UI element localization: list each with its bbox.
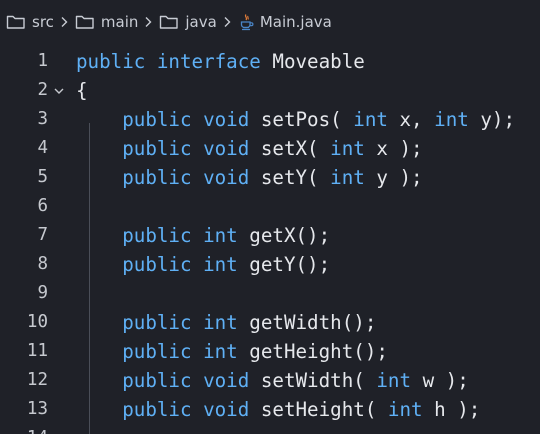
- line-number: 7: [37, 225, 48, 245]
- code-text: public void setX( int x );: [76, 134, 423, 163]
- keyword-token: int: [434, 108, 469, 131]
- code-text: public int getHeight();: [76, 337, 388, 366]
- code-line[interactable]: 2{: [0, 76, 540, 105]
- code-line[interactable]: 4 public void setX( int x );: [0, 134, 540, 163]
- keyword-token: public void: [122, 166, 250, 189]
- java-file-icon: [238, 13, 254, 31]
- code-token: x,: [387, 108, 435, 131]
- breadcrumb-label: java: [185, 13, 217, 31]
- code-line[interactable]: 3 public void setPos( int x, int y);: [0, 105, 540, 134]
- breadcrumb-item-main[interactable]: main: [75, 13, 138, 31]
- chevron-right-icon: [223, 16, 232, 28]
- folder-icon: [6, 14, 26, 30]
- keyword-token: public int: [122, 311, 238, 334]
- keyword-token: int: [353, 108, 388, 131]
- keyword-token: int: [330, 137, 365, 160]
- breadcrumb-label: main: [100, 13, 139, 31]
- line-number: 13: [26, 399, 48, 419]
- code-editor[interactable]: 1 public interface Moveable 2{3 public voi…: [0, 44, 540, 434]
- line-number: 6: [37, 196, 48, 216]
- code-token: setWidth(: [249, 369, 377, 392]
- code-token: getWidth();: [237, 311, 377, 334]
- code-token: setY(: [249, 166, 331, 189]
- code-token: y );: [364, 166, 423, 189]
- fold-chevron-down-icon[interactable]: [53, 76, 65, 105]
- code-line[interactable]: 6: [0, 192, 540, 221]
- keyword-token: public int: [122, 340, 238, 363]
- code-line[interactable]: 13 public void setHeight( int h );: [0, 395, 540, 424]
- code-token: setHeight(: [249, 398, 388, 421]
- keyword-token: public int: [122, 224, 238, 247]
- chevron-right-icon: [60, 16, 69, 28]
- code-text: public void setWidth( int w );: [76, 366, 469, 395]
- code-text: public void setHeight( int h );: [76, 395, 480, 424]
- line-number: 2: [37, 80, 48, 100]
- chevron-right-icon: [144, 16, 153, 28]
- code-token: getY();: [237, 253, 331, 276]
- keyword-token: public int: [122, 253, 238, 276]
- keyword-token: public interface: [76, 50, 261, 73]
- line-number: 11: [26, 341, 48, 361]
- line-number: 14: [0, 424, 48, 434]
- line-number: 9: [37, 283, 48, 303]
- folder-icon: [159, 14, 179, 30]
- breadcrumb-item-src[interactable]: src: [6, 13, 54, 31]
- code-text: public interface Moveable: [76, 47, 365, 76]
- code-line[interactable]: 11 public int getHeight();: [0, 337, 540, 366]
- code-line[interactable]: 7 public int getX();: [0, 221, 540, 250]
- line-number: 12: [26, 370, 48, 390]
- code-token: setPos(: [249, 108, 354, 131]
- line-number: 3: [37, 109, 48, 129]
- breadcrumb-item-main-java[interactable]: Main.java: [238, 13, 332, 31]
- breadcrumb-item-java[interactable]: java: [159, 13, 217, 31]
- keyword-token: int: [330, 166, 365, 189]
- line-number: 1: [37, 51, 48, 71]
- line-number: 8: [37, 254, 48, 274]
- line-number: 5: [37, 167, 48, 187]
- folder-icon: [75, 14, 95, 30]
- line-number: 4: [37, 138, 48, 158]
- code-text: public int getWidth();: [76, 308, 376, 337]
- line-number: 10: [26, 312, 48, 332]
- code-token: getX();: [237, 224, 331, 247]
- code-text: public int getY();: [76, 250, 330, 279]
- code-token: y);: [468, 108, 516, 131]
- code-text: public void setY( int y );: [76, 163, 423, 192]
- code-token: getHeight();: [237, 340, 388, 363]
- keyword-token: public void: [122, 398, 250, 421]
- keyword-token: int: [387, 398, 423, 421]
- keyword-token: public void: [122, 369, 250, 392]
- code-line[interactable]: 9: [0, 279, 540, 308]
- code-line[interactable]: 8 public int getY();: [0, 250, 540, 279]
- keyword-token: public void: [122, 108, 250, 131]
- code-line[interactable]: 10 public int getWidth();: [0, 308, 540, 337]
- breadcrumb-label: Main.java: [259, 13, 332, 31]
- breadcrumb: src main java Main.java: [0, 0, 540, 44]
- code-token: w );: [411, 369, 469, 392]
- breadcrumb-label: src: [32, 13, 54, 31]
- code-token: h );: [422, 398, 481, 421]
- code-text: public int getX();: [76, 221, 330, 250]
- keyword-token: int: [376, 369, 412, 392]
- code-token: x );: [364, 137, 423, 160]
- code-line[interactable]: 5 public void setY( int y );: [0, 163, 540, 192]
- code-token: setX(: [249, 137, 331, 160]
- keyword-token: public void: [122, 137, 250, 160]
- code-line[interactable]: 12 public void setWidth( int w );: [0, 366, 540, 395]
- code-token: {: [76, 79, 88, 102]
- code-text: public void setPos( int x, int y);: [76, 105, 515, 134]
- code-line[interactable]: 1 public interface Moveable: [0, 47, 540, 76]
- code-text: {: [76, 76, 88, 105]
- code-token: Moveable: [260, 50, 365, 73]
- code-line[interactable]: 14: [0, 424, 540, 434]
